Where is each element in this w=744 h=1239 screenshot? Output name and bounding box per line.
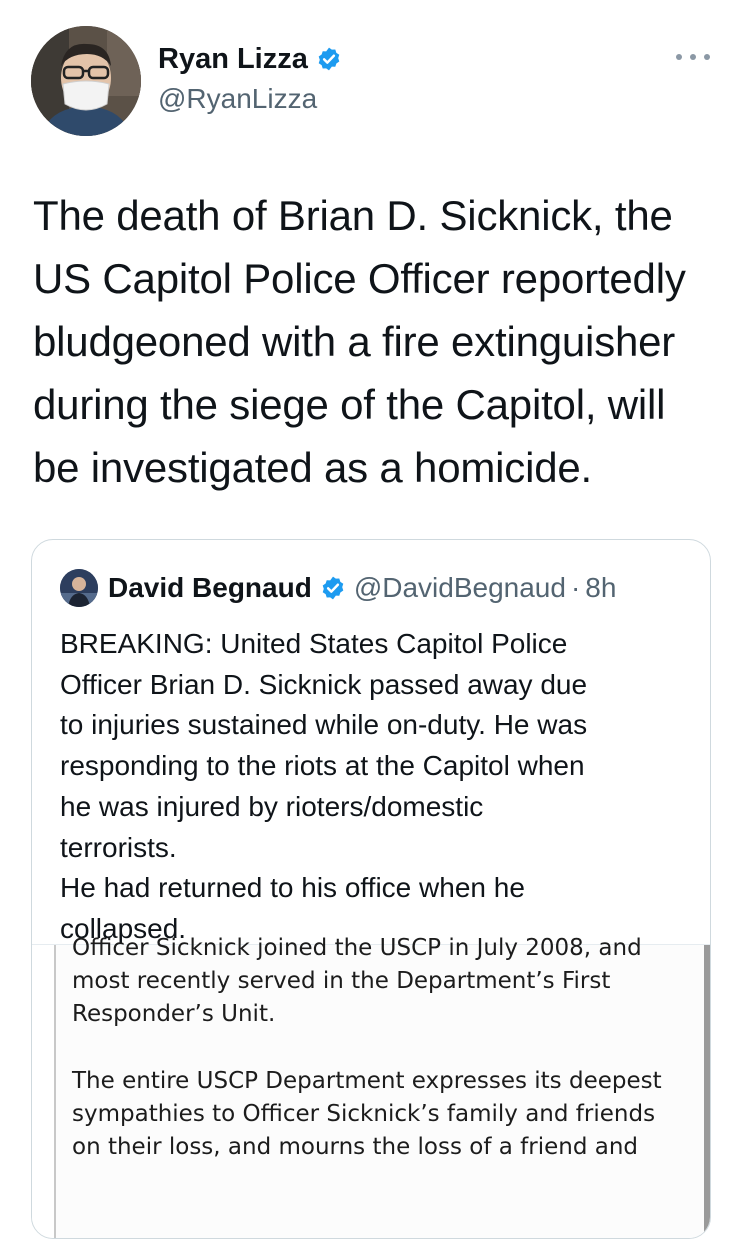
author-name-row[interactable]: Ryan Lizza: [158, 42, 342, 76]
tweet-text: The death of Brian D. Sicknick, the US C…: [33, 184, 723, 499]
dot: [690, 54, 696, 60]
dot: [704, 54, 710, 60]
quoted-text-line: He had returned to his office when he: [60, 872, 525, 904]
statement-line: sympathies to Officer Sicknick’s family …: [72, 1101, 656, 1127]
author-display-name[interactable]: Ryan Lizza: [158, 42, 308, 76]
quoted-text-line: Officer Brian D. Sicknick passed away du…: [60, 668, 588, 700]
statement-image: Officer Sicknick joined the USCP in July…: [54, 935, 710, 1238]
tweet-text-line: The death of Brian D. Sicknick, the: [33, 192, 673, 239]
statement-paragraph: The entire USCP Department expresses its…: [72, 1065, 692, 1164]
quoted-tweet[interactable]: David Begnaud @DavidBegnaud · 8h BREAKIN…: [31, 539, 711, 1239]
quoted-display-name[interactable]: David Begnaud: [108, 572, 312, 604]
profile-photo: [31, 26, 141, 136]
verified-badge-icon: [316, 46, 342, 72]
quoted-text-line: he was injured by rioters/domestic: [60, 790, 484, 822]
quoted-text-line: responding to the riots at the Capitol w…: [60, 750, 585, 782]
quoted-text-line: terrorists.: [60, 831, 177, 863]
quoted-tweet-header: David Begnaud @DavidBegnaud · 8h: [60, 568, 616, 608]
quoted-handle[interactable]: @DavidBegnaud: [354, 572, 566, 604]
tweet-text-line: be investigated as a homicide.: [33, 444, 593, 491]
verified-badge-icon: [320, 575, 346, 601]
tweet-text-line: bludgeoned with a fire extinguisher: [33, 318, 676, 365]
separator-dot: ·: [570, 572, 581, 603]
dot: [676, 54, 682, 60]
quoted-tweet-text: BREAKING: United States Capitol Police O…: [60, 624, 690, 950]
more-options-icon[interactable]: [676, 47, 710, 67]
author-avatar[interactable]: [31, 26, 141, 136]
author-handle[interactable]: @RyanLizza: [158, 82, 317, 116]
quoted-text-line: BREAKING: United States Capitol Police: [60, 628, 568, 659]
quoted-text-line: to injuries sustained while on-duty. He …: [60, 709, 588, 741]
quoted-tweet-media[interactable]: Officer Sicknick joined the USCP in July…: [32, 935, 710, 1238]
quoted-profile-photo: [60, 569, 98, 607]
quoted-author-avatar[interactable]: [60, 569, 98, 607]
statement-line: The entire USCP Department expresses its…: [72, 1068, 662, 1094]
statement-line: most recently served in the Department’s…: [72, 968, 611, 994]
quoted-timestamp[interactable]: 8h: [585, 572, 616, 604]
statement-line: Responder’s Unit.: [72, 1001, 276, 1027]
tweet-text-line: US Capitol Police Officer reportedly: [33, 255, 686, 302]
statement-paragraph: Officer Sicknick joined the USCP in July…: [72, 932, 692, 1031]
statement-line: Officer Sicknick joined the USCP in July…: [72, 935, 642, 961]
statement-line: on their loss, and mourns the loss of a …: [72, 1134, 639, 1160]
tweet-text-line: during the siege of the Capitol, will: [33, 381, 666, 428]
